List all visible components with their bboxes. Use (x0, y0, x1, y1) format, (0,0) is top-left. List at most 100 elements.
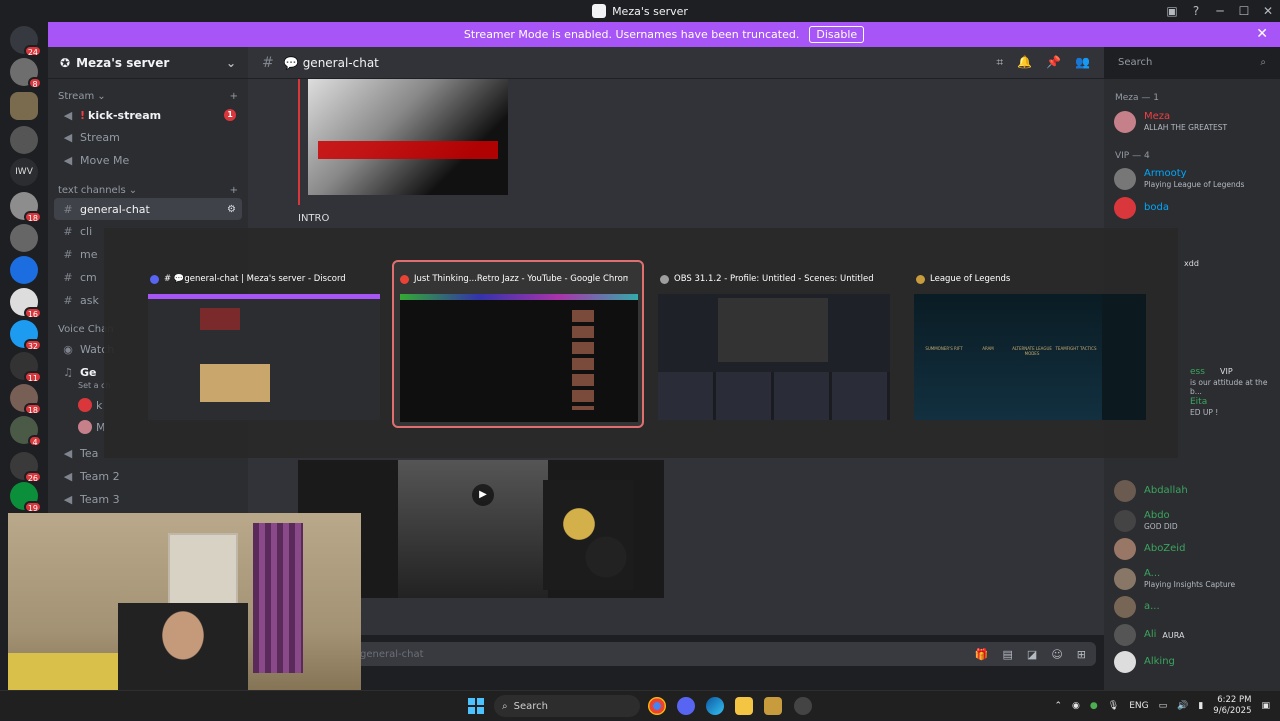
channel-team-2[interactable]: ◀Team 2 (54, 465, 242, 487)
switcher-window-chrome[interactable]: Just Thinking...Retro Jazz - YouTube - G… (392, 260, 644, 428)
close-button[interactable]: ✕ (1256, 4, 1280, 18)
member-item[interactable]: MezaALLAH THE GREATEST (1114, 107, 1274, 137)
server-badge: 18 (24, 211, 42, 223)
server-icon[interactable] (10, 126, 38, 154)
server-icon[interactable]: 18 (10, 384, 38, 412)
member-item[interactable]: AliAURA (1114, 620, 1274, 650)
message-composer[interactable]: general-chat 🎁 ▤ ◪ ☺ ⊞ (270, 642, 1096, 666)
league-mode-label: TEAMFIGHT TACTICS (1054, 346, 1098, 351)
channel-settings-icons[interactable]: ⚙ (227, 204, 236, 215)
volume-icon[interactable]: 🔊 (1177, 701, 1188, 711)
server-icon[interactable] (10, 256, 38, 284)
file-explorer-icon[interactable] (735, 697, 753, 715)
server-icon[interactable]: 19 (10, 482, 38, 510)
server-icon[interactable]: 26 (10, 452, 38, 480)
inbox-icon[interactable]: ▣ (1160, 4, 1184, 18)
speaker-icon: ◀ (60, 154, 76, 167)
member-item[interactable]: ArmootyPlaying League of Legends (1114, 164, 1274, 194)
chevron-up-icon[interactable]: ⌃ (1055, 701, 1063, 711)
server-icon[interactable]: 8 (10, 58, 38, 86)
switcher-window-discord[interactable]: # 💬general-chat | Meza's server - Discor… (144, 264, 384, 424)
banner-close-icon[interactable]: ✕ (1256, 26, 1268, 42)
members-icon[interactable]: 👥 (1075, 55, 1090, 70)
speaker-icon: ◀ (60, 447, 76, 460)
switcher-window-league[interactable]: League of Legends SUMMONER'S RIFT ARAM A… (910, 264, 1150, 424)
server-icon[interactable] (10, 224, 38, 252)
search-input[interactable]: Search ⌕ (1112, 53, 1272, 73)
server-icon[interactable]: 18 (10, 192, 38, 220)
channel-general-chat[interactable]: #general-chat⚙ (54, 198, 242, 220)
clock[interactable]: 6:22 PM 9/6/2025 (1213, 695, 1251, 717)
maximize-button[interactable]: ☐ (1232, 4, 1256, 18)
edge-taskbar-icon[interactable] (706, 697, 724, 715)
server-badge: 16 (24, 307, 42, 319)
sticker-icon[interactable]: ◪ (1027, 648, 1037, 661)
obs-taskbar-icon[interactable] (794, 697, 812, 715)
taskbar-search[interactable]: ⌕Search (494, 695, 640, 717)
pin-icon[interactable]: 📌 (1046, 55, 1061, 70)
channel-kick-stream[interactable]: ◀!kick-stream1 (54, 104, 242, 126)
microphone-icon[interactable]: 🎙 (1108, 701, 1119, 711)
channel-label: Tea (80, 447, 98, 460)
league-taskbar-icon[interactable] (764, 697, 782, 715)
switcher-window-obs[interactable]: OBS 31.1.2 - Profile: Untitled - Scenes:… (654, 264, 894, 424)
voice-user-label: k (96, 399, 102, 412)
discord-taskbar-icon[interactable] (677, 697, 695, 715)
add-channel-icon[interactable]: + (230, 91, 238, 102)
member-item[interactable]: Abdallah (1114, 476, 1274, 506)
preview-tabs (400, 294, 638, 300)
play-icon[interactable]: ▶ (472, 484, 494, 506)
disable-streamer-mode-button[interactable]: Disable (809, 26, 864, 43)
server-icon[interactable]: 16 (10, 288, 38, 316)
member-item[interactable]: A...Playing Insights Capture (1114, 564, 1274, 594)
server-header[interactable]: ✪ Meza's server ⌄ (48, 47, 248, 79)
member-item[interactable]: AbdoGOD DID (1114, 506, 1274, 536)
minimize-button[interactable]: ─ (1208, 4, 1232, 18)
channel-team-3[interactable]: ◀Team 3 (54, 488, 242, 510)
server-icon-discord-home[interactable]: 24 (10, 26, 38, 54)
member-partial-name: ess (1190, 367, 1205, 377)
apps-icon[interactable]: ⊞ (1077, 648, 1086, 661)
member-item[interactable]: AboZeid (1114, 534, 1274, 564)
channel-stream[interactable]: ◀Stream (54, 126, 242, 148)
emoji-icon[interactable]: ☺ (1051, 648, 1062, 661)
battery-icon[interactable]: ▮ (1198, 701, 1203, 711)
gift-icon[interactable]: 🎁 (975, 648, 989, 661)
member-name: Alking (1144, 656, 1175, 668)
add-channel-icon[interactable]: + (230, 185, 238, 196)
member-item[interactable]: a... (1114, 592, 1274, 622)
server-icon[interactable]: 11 (10, 352, 38, 380)
preview-friends-list (1102, 294, 1146, 420)
obs-tray-icon[interactable]: ◉ (1072, 701, 1080, 711)
help-icon[interactable]: ? (1184, 4, 1208, 18)
message-image[interactable] (308, 79, 508, 195)
member-name: Ali (1144, 629, 1156, 641)
member-item[interactable]: boda (1114, 193, 1274, 223)
bell-icon[interactable]: 🔔 (1017, 55, 1032, 70)
channel-label: Move Me (80, 154, 129, 167)
server-icon[interactable] (10, 92, 38, 120)
streamer-banner-text: Streamer Mode is enabled. Usernames have… (464, 28, 800, 41)
language-indicator[interactable]: ENG (1129, 701, 1148, 711)
channel-move-me[interactable]: ◀ Move Me (54, 149, 242, 171)
gif-icon[interactable]: ▤ (1003, 648, 1013, 661)
server-badge: 4 (28, 435, 42, 447)
notification-icon[interactable]: ▣ (1261, 701, 1270, 711)
category-stream[interactable]: Stream⌄+ (58, 91, 238, 102)
monitor-icon[interactable]: ▭ (1159, 701, 1168, 711)
member-item[interactable]: Alking (1114, 647, 1274, 677)
member-status: ALLAH THE GREATEST (1144, 123, 1227, 133)
start-button[interactable] (468, 698, 484, 714)
server-icon-iwv[interactable]: IWV (10, 158, 38, 186)
category-label: text channels (58, 185, 126, 196)
server-icon[interactable]: 4 (10, 416, 38, 444)
shield-icon[interactable]: ● (1090, 701, 1098, 711)
chrome-taskbar-icon[interactable] (648, 697, 666, 715)
server-icon[interactable]: 32 (10, 320, 38, 348)
threads-icon[interactable]: ⌗ (996, 55, 1003, 70)
hash-icon: # (60, 271, 76, 284)
category-text-channels[interactable]: text channels⌄+ (58, 185, 238, 196)
switcher-title: League of Legends (930, 274, 1010, 284)
member-group-vip: VIP — 4 (1115, 151, 1150, 161)
server-badge: 26 (24, 471, 42, 483)
